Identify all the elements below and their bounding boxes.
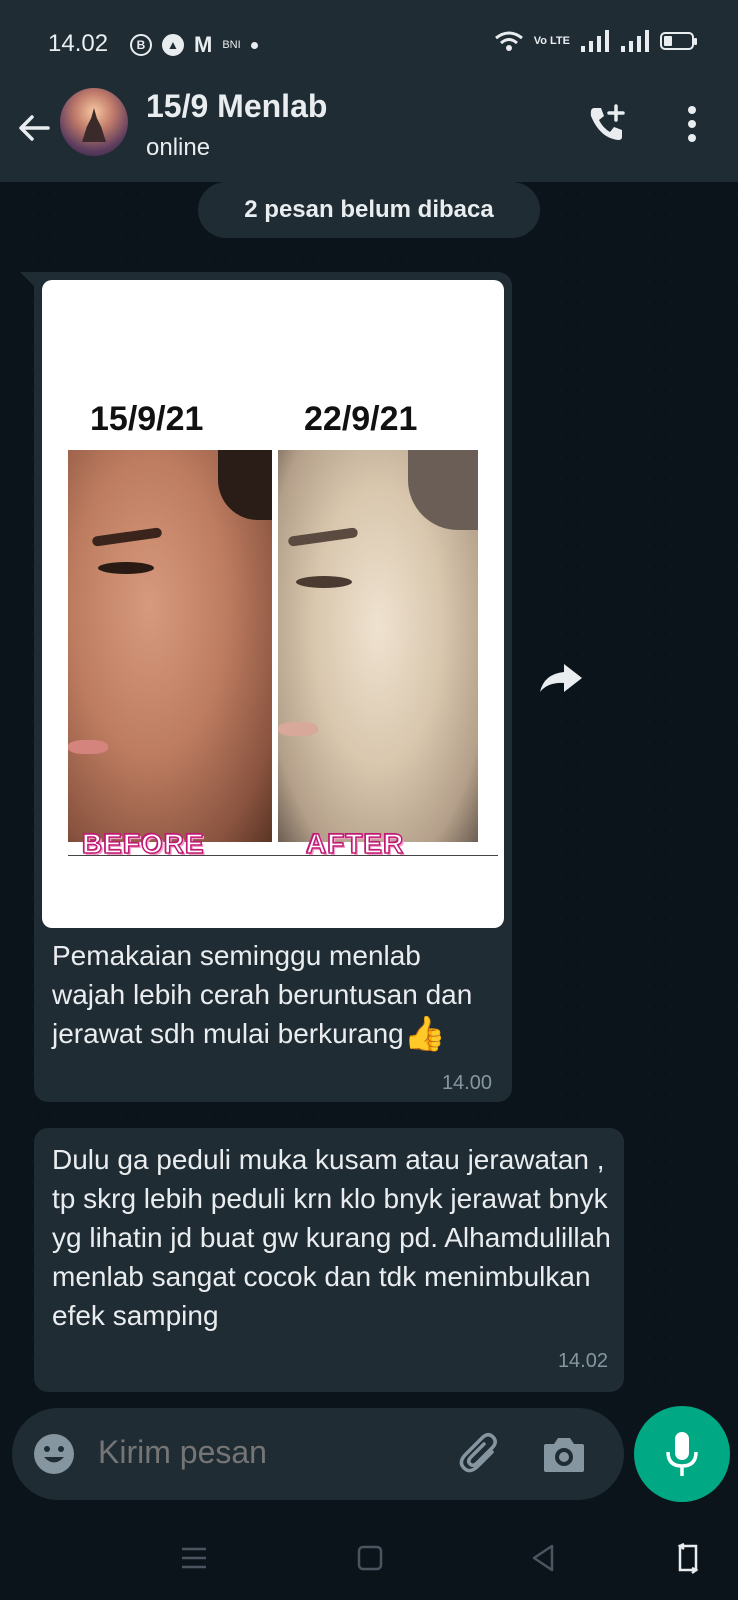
after-face-photo (278, 450, 478, 842)
bni-icon: BNI (222, 39, 241, 51)
emoji-icon[interactable] (32, 1432, 76, 1476)
add-call-icon[interactable] (586, 102, 628, 144)
message-image[interactable]: 15/9/21 22/9/21 BEFORE AFTER (42, 280, 504, 928)
contact-name[interactable]: 15/9 Menlab (146, 88, 327, 125)
menu-icon[interactable] (178, 1542, 210, 1574)
before-date-label: 15/9/21 (90, 400, 204, 438)
navigation-bar (0, 1514, 738, 1600)
gmail-icon: M (194, 32, 213, 57)
battery-icon (660, 32, 697, 50)
contact-status: online (146, 134, 211, 161)
notification-icons: B ▲ M BNI (130, 32, 258, 58)
message-time: 14.02 (557, 1350, 608, 1372)
signal-icon (621, 30, 649, 52)
message-input[interactable] (98, 1434, 438, 1471)
attach-icon[interactable] (458, 1432, 504, 1478)
chat-header: 15/9 Menlab online (0, 88, 738, 182)
whatsapp-chat-screen: 14.02 B ▲ M BNI Vo LTE 15/9 Menlab onlin… (0, 0, 738, 1600)
back-arrow-icon[interactable] (14, 108, 54, 148)
compose-bar (12, 1408, 624, 1500)
signal-icon (581, 30, 609, 52)
back-nav-icon[interactable] (528, 1542, 560, 1574)
message-time: 14.00 (441, 1072, 492, 1094)
image-message[interactable]: 15/9/21 22/9/21 BEFORE AFTER Pemakaian s… (34, 272, 512, 1102)
voice-record-button[interactable] (634, 1406, 730, 1502)
microphone-icon (666, 1432, 698, 1476)
divider (68, 855, 498, 856)
home-icon[interactable] (354, 1542, 386, 1574)
more-options-icon[interactable] (680, 104, 704, 144)
camera-icon[interactable] (542, 1434, 586, 1474)
system-icons: Vo LTE (494, 30, 697, 52)
volte-icon: Vo LTE (533, 34, 570, 47)
status-time: 14.02 (48, 30, 109, 57)
after-date-label: 22/9/21 (304, 400, 418, 438)
wifi-icon (494, 31, 523, 51)
dot-icon (250, 41, 258, 49)
b-circle-icon: B (130, 34, 152, 56)
before-face-photo (68, 450, 272, 842)
message-list[interactable]: 2 pesan belum dibaca 15/9/21 22/9/21 BEF… (0, 182, 738, 1400)
thumbs-up-emoji: 👍 (403, 1015, 447, 1053)
up-circle-icon: ▲ (162, 34, 184, 56)
message-text: Pemakaian seminggu menlab wajah lebih ce… (52, 936, 492, 1053)
text-message[interactable]: Dulu ga peduli muka kusam atau jerawatan… (34, 1128, 624, 1392)
message-text: Dulu ga peduli muka kusam atau jerawatan… (52, 1144, 611, 1331)
unread-banner: 2 pesan belum dibaca (198, 182, 540, 238)
status-bar: 14.02 B ▲ M BNI Vo LTE (0, 0, 738, 88)
rotate-screen-icon[interactable] (672, 1542, 704, 1574)
avatar[interactable] (60, 88, 128, 156)
forward-icon[interactable] (536, 658, 586, 698)
